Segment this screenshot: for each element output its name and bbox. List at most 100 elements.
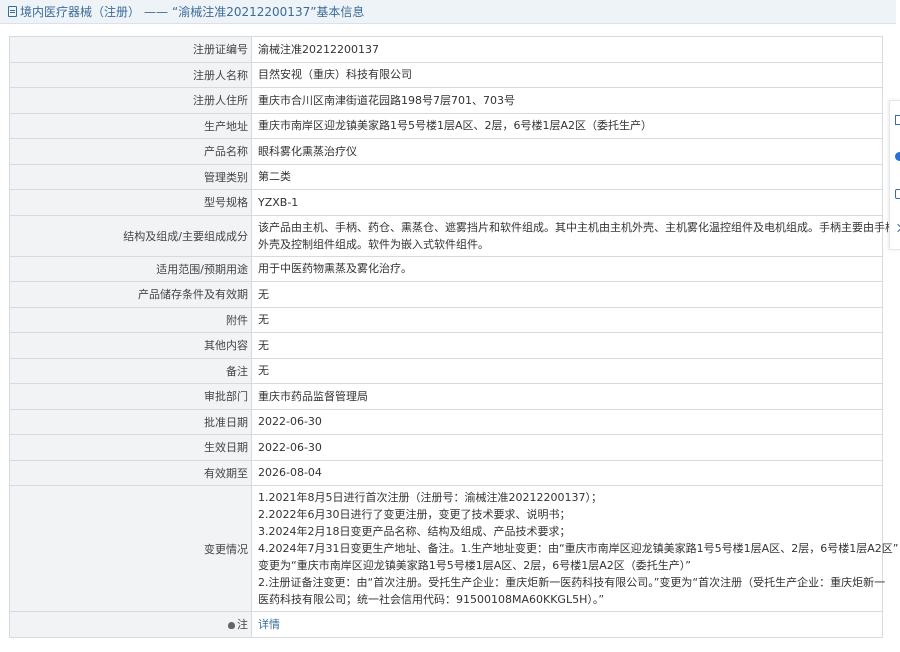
- detail-link[interactable]: 详情: [258, 618, 280, 631]
- row-label-text: 注册证编号: [193, 43, 248, 57]
- row-value: 无: [251, 332, 883, 359]
- row-value: 目然安视（重庆）科技有限公司: [251, 61, 883, 88]
- row-value: 用于中医药物熏蒸及雾化治疗。: [251, 255, 883, 282]
- row-label-text: 型号规格: [204, 196, 248, 210]
- side-toolbar: [889, 100, 900, 250]
- row-label-text: 生产地址: [204, 119, 248, 133]
- table-row: 结构及组成/主要组成成分 该产品由主机、手柄、药仓、熏蒸仓、遮雾挡片和软件组成。其…: [9, 214, 896, 257]
- value-line: 变更为“重庆市南岸区迎龙镇美家路1号5号楼1层A区、2层，6号楼1层A2区（委托…: [258, 559, 691, 572]
- row-label-text: 变更情况: [204, 542, 248, 556]
- chevron-icon[interactable]: [893, 223, 900, 233]
- row-label: 产品名称: [9, 138, 252, 165]
- row-value: 重庆市南岸区迎龙镇美家路1号5号楼1层A区、2层，6号楼1层A2区（委托生产）: [251, 112, 883, 139]
- row-label-text: 有效期至: [204, 466, 248, 480]
- row-label: 变更情况: [9, 485, 252, 612]
- row-value: YZXB-1: [251, 189, 883, 216]
- value-line: 1.2021年8月5日进行首次注册（注册号：渝械注准20212200137）；: [258, 491, 602, 504]
- value-line: 医药科技有限公司；统一社会信用代码：91500108MA60KKGL5H）。”: [258, 593, 605, 606]
- bell-icon: [228, 621, 235, 629]
- row-value: 2026-08-04: [251, 459, 883, 486]
- table-row: 注册证编号 渝械注准20212200137: [9, 36, 883, 63]
- table-row: 注详情: [9, 611, 883, 638]
- table-row: 生效日期 2022-06-30: [9, 434, 883, 461]
- value-text: 第二类: [258, 170, 291, 184]
- value-line: 2.注册证备注变更：由“首次注册。受托生产企业：重庆炬新一医药科技有限公司。”变…: [258, 576, 886, 589]
- row-label-text: 管理类别: [204, 170, 248, 184]
- value-line: 3.2024年2月18日变更产品名称、结构及组成、产品技术要求；: [258, 525, 571, 538]
- row-label: 注册人名称: [9, 61, 252, 88]
- table-row: 其他内容无: [9, 332, 883, 359]
- row-label: 备注: [9, 357, 252, 384]
- table-row: 适用范围/预期用途 用于中医药物熏蒸及雾化治疗。: [9, 255, 883, 282]
- table-row: 注册人名称 目然安视（重庆）科技有限公司: [9, 61, 883, 88]
- row-value: 1.2021年8月5日进行首次注册（注册号：渝械注准20212200137）； 2…: [251, 485, 899, 612]
- row-label: 适用范围/预期用途: [9, 255, 252, 282]
- row-label: 附件: [9, 306, 252, 333]
- table-row: 有效期至 2026-08-04: [9, 459, 883, 486]
- row-label: 型号规格: [9, 189, 252, 216]
- row-label: 管理类别: [9, 163, 252, 190]
- value-text: 眼科雾化熏蒸治疗仪: [258, 144, 357, 158]
- row-label-text: 生效日期: [204, 441, 248, 455]
- value-text: 用于中医药物熏蒸及雾化治疗。: [258, 262, 412, 276]
- row-value: 眼科雾化熏蒸治疗仪: [251, 138, 883, 165]
- row-value: 无: [251, 281, 883, 308]
- row-label-text: 结构及组成/主要组成成分: [123, 229, 248, 243]
- value-text: 无: [258, 364, 269, 378]
- row-label-text: 附件: [226, 313, 248, 327]
- value-text: 2022-06-30: [258, 440, 322, 454]
- table-row: 型号规格 YZXB-1: [9, 189, 883, 216]
- value-text: 2022-06-30: [258, 415, 322, 429]
- breadcrumb: 境内医疗器械（注册） —— “渝械注准20212200137”基本信息: [0, 0, 896, 24]
- row-value: 该产品由主机、手柄、药仓、熏蒸仓、遮雾挡片和软件组成。其中主机由主机外壳、主机雾…: [251, 214, 896, 257]
- value-text: 目然安视（重庆）科技有限公司: [258, 68, 412, 82]
- row-value: 2022-06-30: [251, 434, 883, 461]
- row-label-text: 备注: [226, 364, 248, 378]
- table-row: 审批部门 重庆市药品监督管理局: [9, 383, 883, 410]
- value-line: 4.2024年7月31日变更生产地址、备注。1.生产地址变更：由“重庆市南岸区迎…: [258, 542, 899, 555]
- row-label-text: 注册人住所: [193, 94, 248, 108]
- value-text: YZXB-1: [258, 195, 299, 209]
- value-text: 重庆市南岸区迎龙镇美家路1号5号楼1层A区、2层，6号楼1层A2区（委托生产）: [258, 119, 653, 133]
- row-value: 渝械注准20212200137: [251, 36, 883, 63]
- row-label-text: 批准日期: [204, 415, 248, 429]
- row-value: 2022-06-30: [251, 408, 883, 435]
- breadcrumb-section[interactable]: 境内医疗器械（注册）: [20, 3, 140, 20]
- table-row: 产品名称 眼科雾化熏蒸治疗仪: [9, 138, 883, 165]
- row-label: 生产地址: [9, 112, 252, 139]
- table-row: 管理类别 第二类: [9, 163, 883, 190]
- value-text: 2026-08-04: [258, 466, 322, 480]
- value-text: 无: [258, 338, 269, 352]
- table-row: 生产地址 重庆市南岸区迎龙镇美家路1号5号楼1层A区、2层，6号楼1层A2区（委托…: [9, 112, 883, 139]
- row-label: 注册证编号: [9, 36, 252, 63]
- row-label: 其他内容: [9, 332, 252, 359]
- row-label-text: 审批部门: [204, 390, 248, 404]
- row-label-text: 适用范围/预期用途: [156, 262, 248, 276]
- row-value: 第二类: [251, 163, 883, 190]
- table-row: 产品储存条件及有效期无: [9, 281, 883, 308]
- copy-icon[interactable]: [895, 189, 900, 199]
- row-label: 审批部门: [9, 383, 252, 410]
- row-value: 重庆市药品监督管理局: [251, 383, 883, 410]
- value-text: 无: [258, 287, 269, 301]
- row-label: 产品储存条件及有效期: [9, 281, 252, 308]
- table-row: 附件无: [9, 306, 883, 333]
- table-row: 注册人住所 重庆市合川区南津街道花园路198号7层701、703号: [9, 87, 883, 114]
- breadcrumb-page: “渝械注准20212200137”基本信息: [172, 5, 365, 19]
- value-text: 渝械注准20212200137: [258, 42, 379, 56]
- row-label-text: 注: [237, 618, 248, 632]
- table-row: 变更情况 1.2021年8月5日进行首次注册（注册号：渝械注准2021220013…: [9, 485, 899, 612]
- value-text: 无: [258, 313, 269, 327]
- row-label: 有效期至: [9, 459, 252, 486]
- document-icon: [8, 6, 17, 17]
- row-label: 结构及组成/主要组成成分: [9, 214, 252, 257]
- row-label-text: 其他内容: [204, 339, 248, 353]
- table-row: 批准日期 2022-06-30: [9, 408, 883, 435]
- value-line: 外壳及控制组件组成。软件为嵌入式软件组件。: [258, 237, 489, 251]
- row-label: 注: [9, 611, 252, 638]
- document-icon[interactable]: [895, 115, 900, 125]
- row-label: 批准日期: [9, 408, 252, 435]
- circle-icon[interactable]: [895, 152, 900, 161]
- row-label: 注册人住所: [9, 87, 252, 114]
- value-text: 重庆市合川区南津街道花园路198号7层701、703号: [258, 93, 515, 107]
